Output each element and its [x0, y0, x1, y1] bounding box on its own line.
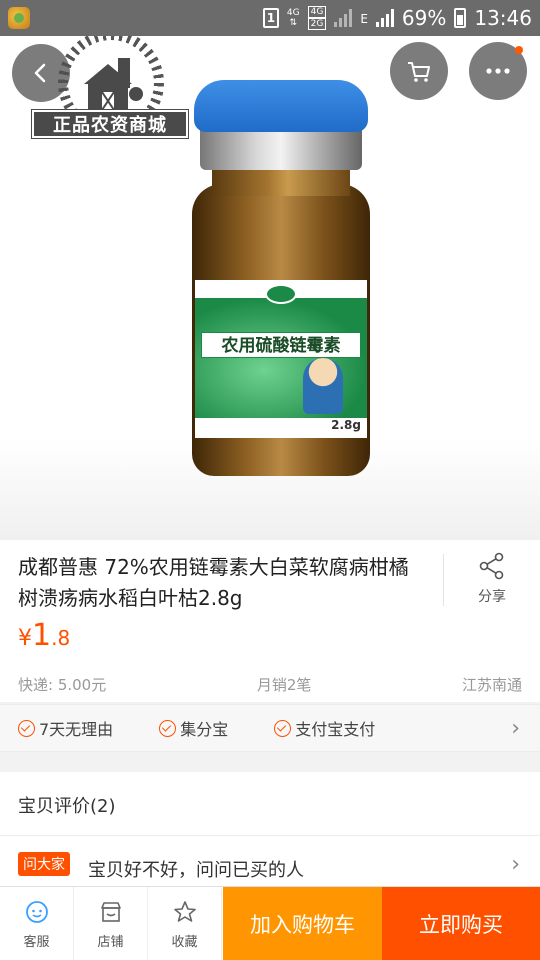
price-symbol: ¥ [18, 626, 32, 651]
product-bottle-image: 农用硫酸链霉素 2.8g [192, 80, 370, 476]
customer-service-button[interactable]: 客服 [0, 887, 74, 960]
share-button[interactable]: 分享 [462, 552, 522, 606]
buy-now-button[interactable]: 立即购买 [382, 887, 540, 960]
mascot-figure-icon [303, 358, 343, 414]
chevron-right-icon: › [511, 852, 520, 877]
data-type-label: E [360, 12, 368, 26]
service-item: 7天无理由 [18, 716, 113, 740]
battery-percent: 69% [401, 6, 447, 30]
shipping-fee: 快递: 5.00元 [18, 676, 107, 694]
network-box-indicator: 4G 2G [307, 6, 327, 30]
product-price: ¥1.8 [18, 618, 70, 653]
service-label: 集分宝 [180, 720, 229, 739]
share-icon [479, 552, 504, 580]
product-title: 成都普惠 72%农用链霉素大白菜软腐病柑橘树溃疡病水稻白叶枯2.8g [18, 555, 409, 610]
bottom-action-bar: 客服 店铺 收藏 加入购物车 立即购买 [0, 886, 540, 960]
status-bar: 1 4G ⇅ 4G 2G E 69% 13:46 [0, 0, 540, 36]
clock: 13:46 [474, 6, 532, 30]
reviews-label: 宝贝评价(2) [18, 796, 116, 817]
bottle-weight: 2.8g [331, 418, 361, 432]
favorite-label: 收藏 [171, 934, 198, 950]
service-item: 支付宝支付 [274, 716, 375, 740]
check-circle-icon [159, 719, 177, 737]
ship-location: 江苏南通 [461, 676, 522, 694]
battery-icon [454, 8, 467, 28]
label-emblem-icon [265, 284, 297, 304]
logo-banner: 正品农资商城 [31, 109, 189, 139]
network-box-label: 4G [307, 6, 327, 18]
service-label: 支付宝支付 [295, 720, 376, 739]
customer-service-label: 客服 [23, 934, 50, 950]
customer-service-icon [25, 900, 48, 923]
bottle-label: 农用硫酸链霉素 2.8g [195, 280, 367, 438]
check-circle-icon [274, 719, 292, 737]
product-image[interactable]: 正品农资商城 农用硫酸链霉素 2.8g [0, 36, 540, 540]
service-label: 7天无理由 [39, 720, 114, 739]
signal-icon [334, 9, 353, 27]
cart-button[interactable] [390, 42, 448, 100]
back-arrow-icon [34, 63, 46, 83]
share-label: 分享 [478, 589, 506, 605]
app-notification-icon [8, 7, 30, 29]
shop-icon [100, 901, 121, 922]
ask-badge: 问大家 [18, 852, 70, 876]
chevron-right-icon: › [511, 715, 520, 741]
ask-text: 宝贝好不好，问问已买的人 [88, 860, 304, 881]
add-to-cart-button[interactable]: 加入购物车 [223, 887, 382, 960]
service-item: 集分宝 [159, 716, 228, 740]
star-icon [173, 900, 196, 922]
notification-dot [515, 46, 523, 54]
shop-label: 店铺 [97, 934, 124, 950]
more-dots-icon [486, 68, 510, 74]
price-decimal: .8 [51, 626, 71, 650]
ask-section[interactable]: 问大家 宝贝好不好，问问已买的人 › [0, 836, 540, 888]
bottle-label-title: 农用硫酸链霉素 [201, 332, 361, 358]
check-circle-icon [18, 719, 35, 737]
divider [443, 554, 444, 606]
shop-button[interactable]: 店铺 [74, 887, 148, 960]
network-4g-label: 4G [286, 8, 300, 18]
monthly-sales: 月销2笔 [256, 676, 312, 694]
reviews-section[interactable]: 宝贝评价(2) [0, 772, 540, 836]
sim-indicator: 1 [262, 8, 279, 28]
signal-icon-2 [375, 9, 394, 27]
service-guarantees[interactable]: 7天无理由 集分宝 支付宝支付 › [0, 704, 540, 752]
farmhouse-icon [84, 58, 143, 111]
network-indicator: 4G ⇅ [286, 8, 300, 28]
network-sub-label: 2G [307, 18, 327, 30]
back-button[interactable] [12, 44, 70, 102]
price-integer: 1 [32, 618, 52, 653]
cart-icon [408, 62, 430, 82]
more-button[interactable] [469, 42, 527, 100]
favorite-button[interactable]: 收藏 [148, 887, 222, 960]
product-info: 成都普惠 72%农用链霉素大白菜软腐病柑橘树溃疡病水稻白叶枯2.8g 分享 ¥1… [0, 540, 540, 702]
product-meta: 快递: 5.00元 月销2笔 江苏南通 [18, 674, 522, 695]
